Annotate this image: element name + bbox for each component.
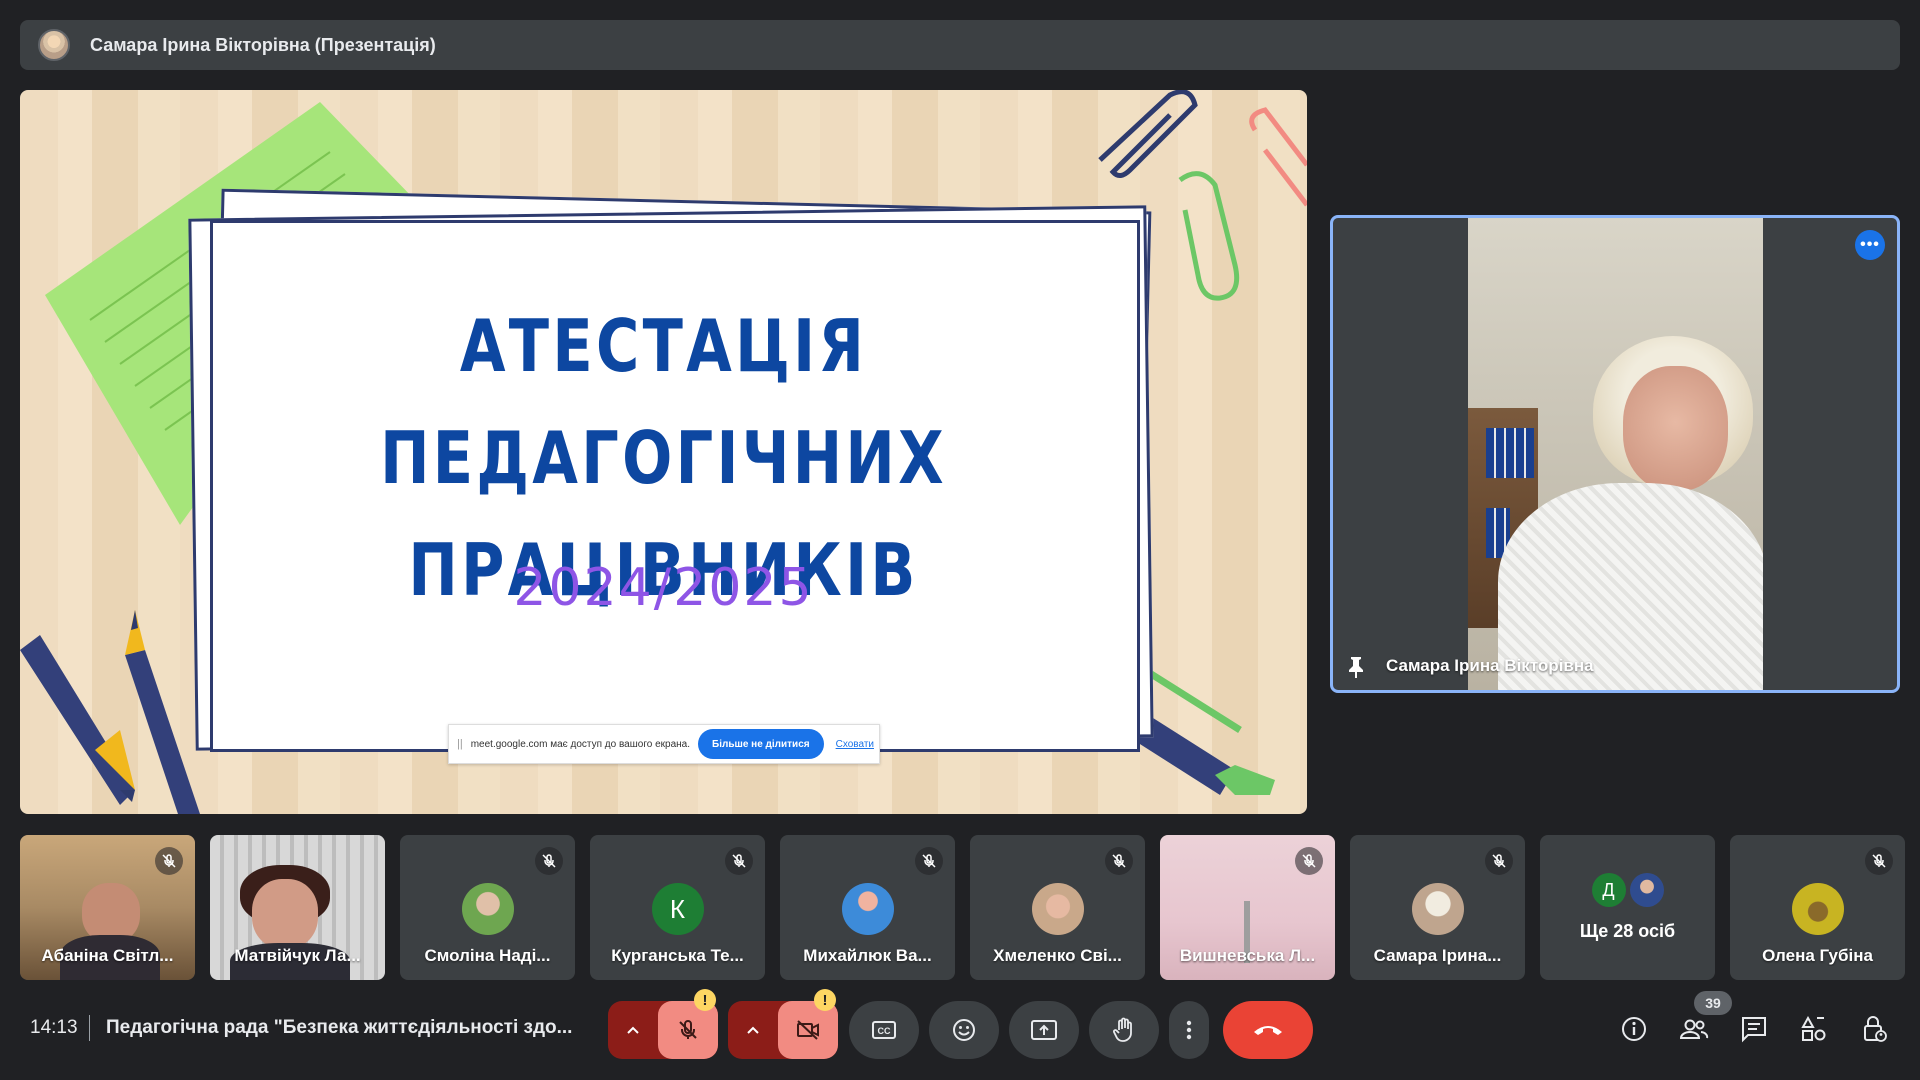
camera-options-button[interactable] [728,1001,778,1059]
participant-name: Матвійчук Ла... [234,946,361,965]
participant-name: Абаніна Світл... [41,946,174,965]
captions-button[interactable]: CC [849,1001,919,1059]
mic-off-icon [915,847,943,875]
share-notice-text: meet.google.com має доступ до вашого екр… [470,738,691,750]
more-horiz-icon[interactable]: ••• [1855,230,1885,260]
more-participants-tile[interactable]: Д Ще 28 осіб [1540,835,1715,980]
reactions-button[interactable] [929,1001,999,1059]
divider [89,1015,90,1041]
drag-handle-icon[interactable]: || [457,738,463,750]
activities-shapes-icon [1801,1015,1826,1041]
presentation-slide: АТЕСТАЦІЯ ПЕДАГОГІЧНИХ ПРАЦІВНИКІВ 2024/… [20,90,1307,814]
mic-off-icon [725,847,753,875]
raise-hand-button[interactable] [1089,1001,1159,1059]
participant-name: Хмеленко Сві... [993,946,1122,965]
camera-warning-icon: ! [814,989,836,1011]
meeting-clock: 14:13 [30,1017,78,1038]
mic-off-icon [679,1019,697,1039]
microphone-control: ! [608,989,718,1059]
more-options-button[interactable] [1169,1001,1209,1059]
chevron-up-icon [747,1026,759,1034]
present-screen-button[interactable] [1009,1001,1079,1059]
people-icon [1679,1019,1709,1039]
camera-control: ! [728,989,838,1059]
speaker-video [1468,218,1763,690]
hand-icon [1113,1017,1132,1042]
mic-off-icon [1485,847,1513,875]
slide-year: 2024/2025 [513,558,814,618]
participant-avatar [1629,873,1664,907]
slide-title-line1: АТЕСТАЦІЯ ПЕДАГОГІЧНИХ [380,304,947,500]
mic-off-icon [1295,847,1323,875]
call-end-icon [1254,1026,1282,1035]
pencil-right [125,610,200,814]
speaker-figure-face [1623,366,1728,491]
more-participants-avatars: Д [1591,873,1664,907]
screen-share-notice: || meet.google.com має доступ до вашого … [448,724,880,764]
participant-tile[interactable]: Смоліна Наді... [400,835,575,980]
chevron-up-icon [627,1026,639,1034]
activities-button[interactable] [1796,1011,1832,1047]
participant-name: Олена Губіна [1762,946,1873,965]
meeting-title: Педагогічна рада "Безпека життєдіяльност… [106,1017,573,1038]
mic-off-icon [1865,847,1893,875]
host-controls-button[interactable] [1856,1011,1892,1047]
green-paperclip [1178,171,1240,301]
chat-icon [1742,1017,1766,1043]
participant-tile[interactable]: Самара Ірина... [1350,835,1525,980]
mic-off-icon [535,847,563,875]
bottom-control-bar: 14:13 Педагогічна рада "Безпека життєдія… [0,989,1920,1065]
more-participants-label: Ще 28 осіб [1579,921,1676,941]
present-to-all-icon [1031,1020,1057,1040]
participant-tile[interactable]: Вишневська Л... [1160,835,1335,980]
participant-tile[interactable]: Абаніна Світл... [20,835,195,980]
pinned-speaker-tile[interactable]: ••• Самара Ірина Вікторівна [1330,215,1900,693]
chat-button[interactable] [1736,1011,1772,1047]
participant-name: Смоліна Наді... [424,946,551,965]
participant-name: Самара Ірина... [1373,946,1502,965]
participant-tile[interactable]: Хмеленко Сві... [970,835,1145,980]
leave-call-button[interactable] [1223,1001,1313,1059]
participant-tile[interactable]: Матвійчук Ла... [210,835,385,980]
info-icon [1622,1017,1646,1041]
pinned-speaker-name: Самара Ірина Вікторівна [1386,656,1594,675]
mic-off-icon [1105,847,1133,875]
mic-off-icon [155,847,183,875]
participant-name: Вишневська Л... [1179,946,1316,965]
participant-avatar [1031,883,1084,935]
pin-icon[interactable] [1347,656,1365,678]
participant-avatar [841,883,894,935]
mic-warning-icon: ! [694,989,716,1011]
pencil-left [20,635,135,805]
pink-paperclip [1249,107,1307,207]
participant-avatar [1411,883,1464,935]
closed-captions-icon: CC [872,1021,896,1039]
meeting-info-button[interactable] [1616,1011,1652,1047]
svg-text:CC: CC [878,1026,891,1036]
stop-sharing-button[interactable]: Більше не ділитися [698,729,824,759]
navy-paperclip [1098,90,1198,178]
participant-avatar [461,883,514,935]
emoji-icon [953,1019,975,1041]
participant-tile[interactable]: Михайлюк Ва... [780,835,955,980]
presenter-title: Самара Ірина Вікторівна (Презентація) [90,34,436,55]
hide-notice-link[interactable]: Сховати [836,739,874,750]
participant-avatar: Д [1591,873,1626,907]
presenter-avatar [38,29,70,61]
more-vert-icon [1186,1020,1192,1040]
people-button[interactable] [1676,1011,1712,1047]
participant-avatar [1791,883,1844,935]
camera-off-icon [797,1020,819,1040]
participant-name: Курганська Те... [611,946,744,965]
mic-options-button[interactable] [608,1001,658,1059]
participant-tile[interactable]: Олена Губіна [1730,835,1905,980]
participant-tile[interactable]: К Курганська Те... [590,835,765,980]
participant-avatar: К [651,883,704,935]
presenter-bar: Самара Ірина Вікторівна (Презентація) [20,20,1900,70]
google-meet-window: Самара Ірина Вікторівна (Презентація) АТ… [0,0,1920,1080]
lock-person-icon [1864,1016,1887,1042]
participant-name: Михайлюк Ва... [803,946,932,965]
participant-strip: Абаніна Світл... Матвійчук Ла... Смоліна… [20,835,1905,980]
